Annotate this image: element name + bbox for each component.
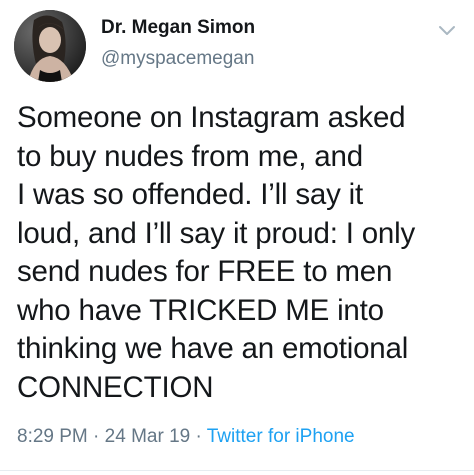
meta-separator: · xyxy=(195,426,202,447)
divider xyxy=(0,470,474,471)
tweet-source-link[interactable]: Twitter for iPhone xyxy=(207,426,355,447)
tweet-text: Someone on Instagram asked to buy nudes … xyxy=(17,101,416,404)
chevron-down-icon[interactable] xyxy=(437,24,457,38)
tweet-meta: 8:29 PM · 24 Mar 19 · Twitter for iPhone xyxy=(17,426,355,448)
tweet-time[interactable]: 8:29 PM xyxy=(17,426,88,447)
profile-photo xyxy=(14,10,86,82)
meta-separator: · xyxy=(93,426,100,447)
author-name[interactable]: Dr. Megan Simon xyxy=(101,17,255,39)
tweet-date[interactable]: 24 Mar 19 xyxy=(105,426,191,447)
tweet-card: Dr. Megan Simon @myspacemegan Someone on… xyxy=(0,0,474,475)
author-handle[interactable]: @myspacemegan xyxy=(101,48,254,70)
avatar[interactable] xyxy=(14,10,86,82)
